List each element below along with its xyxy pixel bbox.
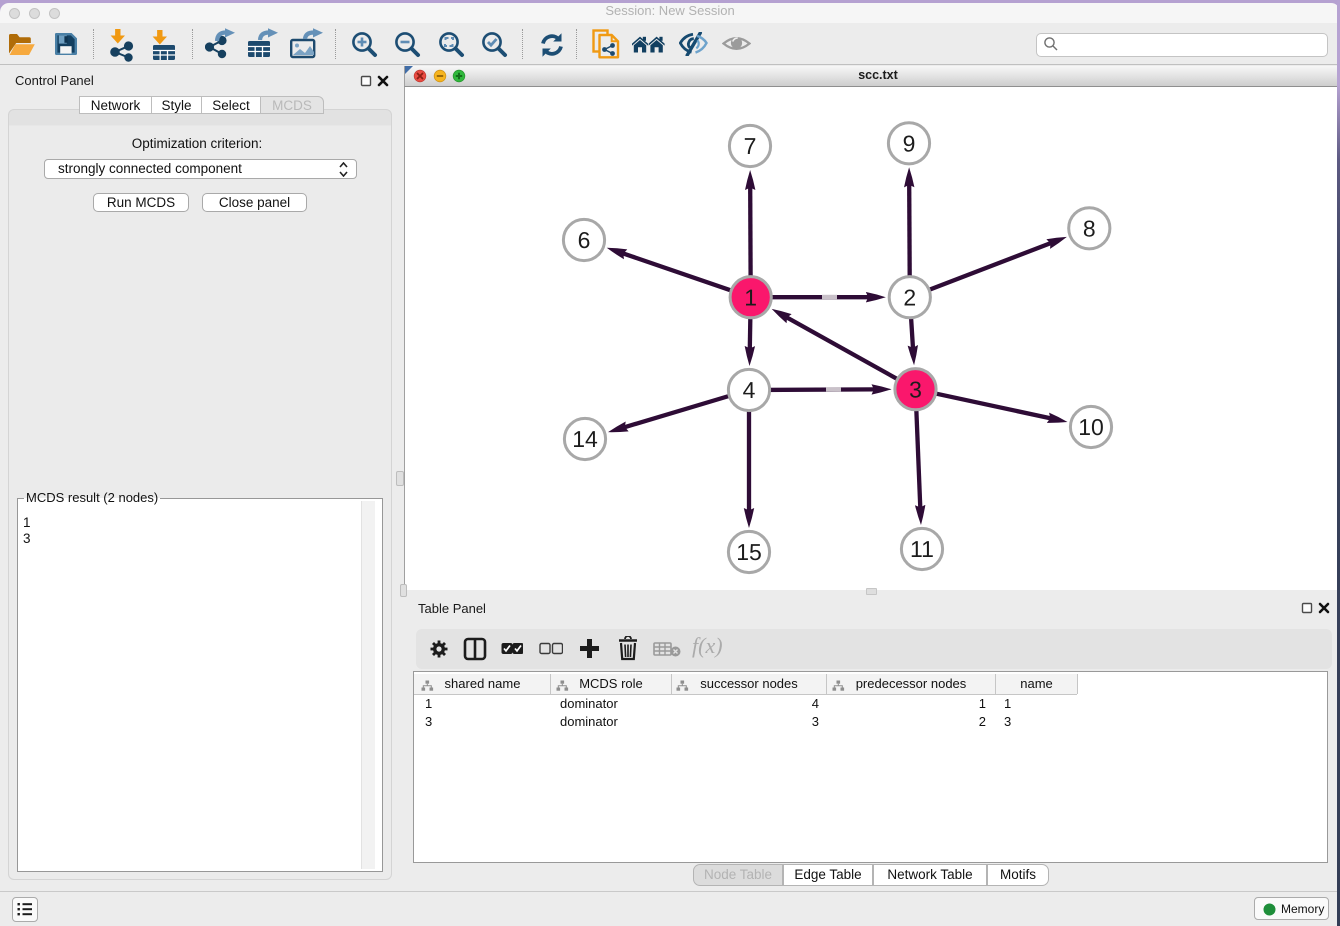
svg-text:6: 6 [578,227,591,253]
svg-text:14: 14 [572,426,598,452]
svg-text:9: 9 [903,131,916,157]
svg-text:4: 4 [743,377,756,403]
svg-text:15: 15 [736,539,762,565]
svg-text:8: 8 [1083,216,1096,242]
svg-text:3: 3 [909,376,922,402]
svg-text:7: 7 [744,133,757,159]
svg-text:10: 10 [1078,414,1104,440]
svg-text:11: 11 [910,536,934,562]
svg-text:2: 2 [903,284,916,310]
svg-text:1: 1 [744,284,757,310]
